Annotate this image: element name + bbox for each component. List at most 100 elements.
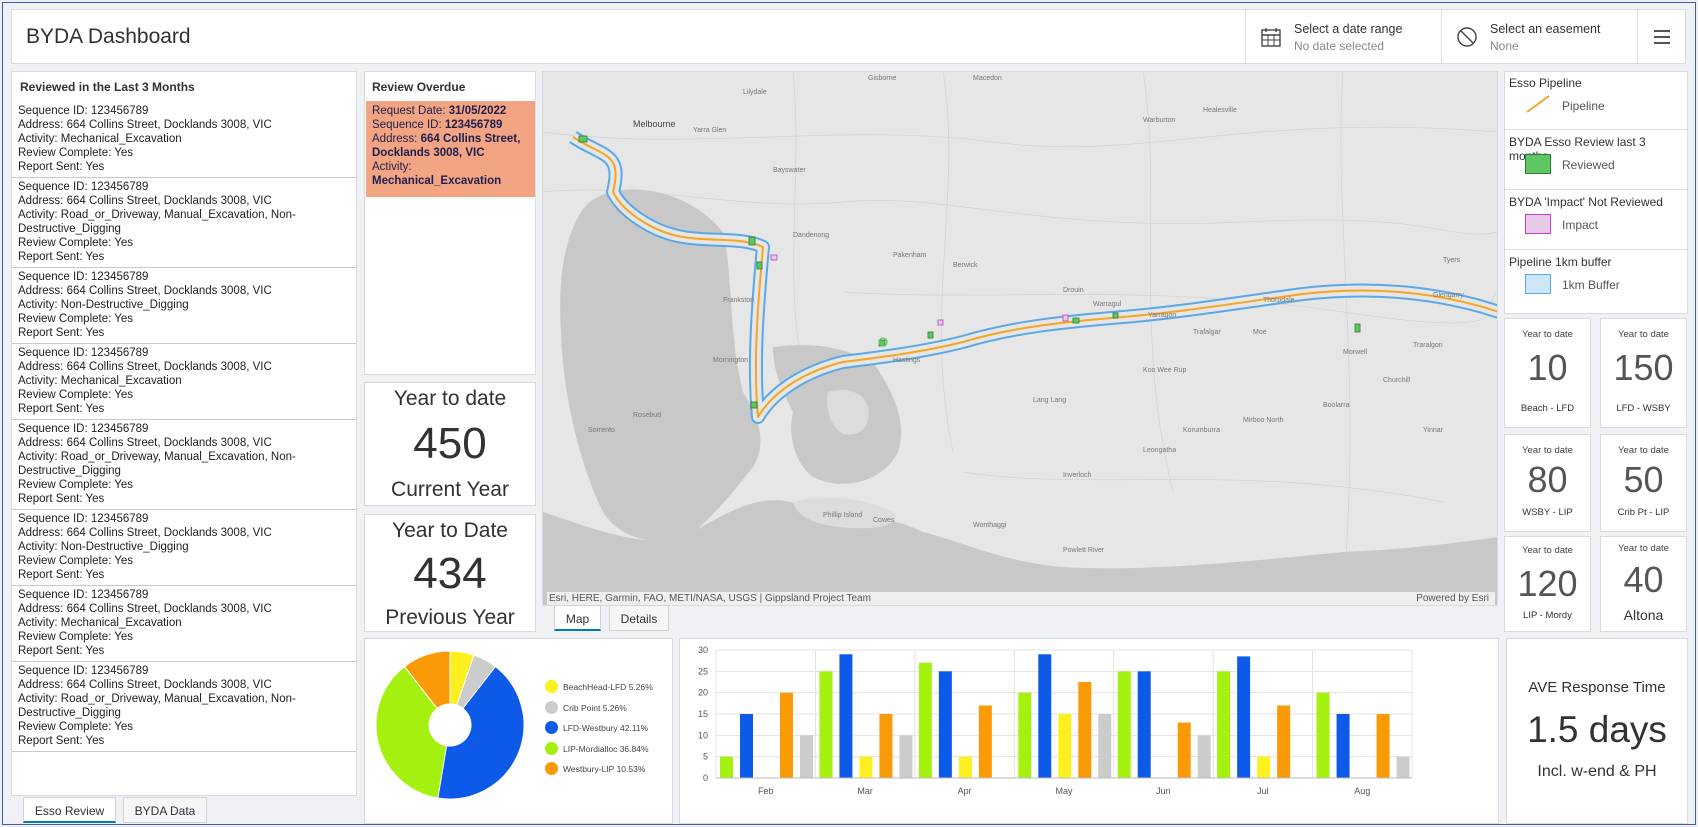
x-tick-label: Jun — [1156, 786, 1171, 796]
legend-reviewed-label: Reviewed — [1562, 158, 1615, 172]
pie-legend-name: Westbury-LIP — [563, 764, 615, 774]
svg-text:Healesville: Healesville — [1203, 107, 1237, 114]
pie-chart[interactable] — [365, 639, 535, 825]
bar-jul-1[interactable] — [1237, 656, 1251, 778]
map-view[interactable]: Melbourne Gisborne Macedon Warburton Heale… — [542, 71, 1498, 606]
y-tick-label: 10 — [698, 730, 708, 740]
menu-button[interactable] — [1637, 10, 1687, 63]
reviewed-list[interactable]: Sequence ID: 123456789 Address: 664 Colli… — [12, 102, 356, 752]
bar-may-3[interactable] — [1078, 682, 1092, 778]
stat-value: 10 — [1527, 347, 1568, 388]
bar-feb-1[interactable] — [740, 714, 753, 778]
y-tick-label: 30 — [698, 645, 708, 655]
bar-aug-3[interactable] — [1376, 714, 1390, 778]
stat-value: 50 — [1623, 459, 1664, 500]
bar-jul-3[interactable] — [1277, 705, 1291, 778]
list-item[interactable]: Sequence ID: 123456789 Address: 664 Colli… — [12, 344, 356, 420]
impact-swatch-icon — [1525, 214, 1551, 234]
bar-aug-1[interactable] — [1336, 714, 1350, 778]
svg-text:Yarra Glen: Yarra Glen — [693, 127, 726, 134]
bar-jun-1[interactable] — [1137, 671, 1151, 778]
svg-text:Sorrento: Sorrento — [588, 427, 615, 434]
stat-value: 150 — [1613, 347, 1674, 388]
ave-response-card: AVE Response Time 1.5 days Incl. w-end &… — [1506, 638, 1688, 824]
record-rev: Review Complete: Yes — [18, 147, 134, 159]
bar-apr-3[interactable] — [978, 705, 992, 778]
list-item[interactable]: Sequence ID: 123456789 Address: 664 Colli… — [12, 420, 356, 510]
ytd-previous-title: Year to Date — [392, 519, 508, 542]
bar-apr-0[interactable] — [918, 662, 932, 778]
ytd-previous-value: 434 — [413, 549, 487, 598]
record-rev: Review Complete: Yes — [18, 389, 134, 401]
list-item[interactable]: Sequence ID: 123456789 Address: 664 Colli… — [12, 510, 356, 586]
map-legend: Esso Pipeline Pipeline BYDA Esso Review … — [1504, 71, 1688, 314]
bar-jul-2[interactable] — [1257, 756, 1271, 778]
review-overdue-panel: Review Overdue Request Date: 31/05/2022 … — [364, 71, 536, 375]
bar-apr-2[interactable] — [958, 756, 972, 778]
bar-aug-0[interactable] — [1316, 692, 1330, 778]
legend-dot-icon — [545, 762, 558, 775]
bar-may-2[interactable] — [1058, 714, 1072, 778]
stat-card-altona: Year to date 40 Altona — [1600, 536, 1687, 632]
list-item[interactable]: Sequence ID: 123456789 Address: 664 Colli… — [12, 102, 356, 178]
bar-jul-0[interactable] — [1217, 671, 1231, 778]
bar-mar-0[interactable] — [819, 671, 833, 778]
tab-byda-data[interactable]: BYDA Data — [123, 797, 207, 823]
svg-text:Koo Wee Rup: Koo Wee Rup — [1143, 367, 1187, 374]
stat-label: WSBY - LIP — [1522, 507, 1573, 518]
x-tick-label: Feb — [758, 786, 774, 796]
bar-mar-1[interactable] — [839, 654, 853, 778]
overdue-record[interactable]: Request Date: 31/05/2022 Sequence ID: 12… — [366, 101, 535, 197]
bar-aug-4[interactable] — [1396, 756, 1410, 778]
list-item[interactable]: Sequence ID: 123456789 Address: 664 Colli… — [12, 586, 356, 662]
map-canvas[interactable]: Melbourne Gisborne Macedon Warburton Heale… — [543, 72, 1498, 606]
list-item[interactable]: Sequence ID: 123456789 Address: 664 Colli… — [12, 662, 356, 752]
bar-jun-0[interactable] — [1117, 671, 1131, 778]
stat-card-lfd-wsby: Year to date 150 LFD - WSBY — [1600, 318, 1687, 428]
bar-feb-3[interactable] — [780, 692, 793, 778]
bar-mar-4[interactable] — [899, 735, 913, 778]
list-item[interactable]: Sequence ID: 123456789 Address: 664 Colli… — [12, 178, 356, 268]
bar-may-4[interactable] — [1098, 714, 1112, 778]
easement-selector[interactable]: Select an easement None — [1441, 10, 1637, 63]
pipeline-line-icon — [1526, 95, 1550, 113]
tab-details[interactable]: Details — [609, 605, 669, 631]
bar-mar-3[interactable] — [879, 714, 893, 778]
record-rev: Review Complete: Yes — [18, 555, 134, 567]
bar-jun-4[interactable] — [1197, 735, 1211, 778]
svg-text:Drouin: Drouin — [1063, 287, 1084, 294]
svg-text:Macedon: Macedon — [973, 75, 1002, 82]
record-act: Activity: Mechanical_Excavation — [18, 375, 182, 387]
stat-card-lip-mordy: Year to date 120 LIP - Mordy — [1504, 536, 1591, 632]
ytd-current-title: Year to date — [393, 387, 507, 410]
bar-may-0[interactable] — [1018, 692, 1032, 778]
x-tick-label: Mar — [857, 786, 873, 796]
record-rev: Review Complete: Yes — [18, 721, 134, 733]
bar-mar-2[interactable] — [859, 756, 873, 778]
date-range-selector[interactable]: Select a date range No date selected — [1245, 10, 1441, 63]
bar-feb-4[interactable] — [800, 735, 813, 778]
bar-chart-panel: 0 5 10 15 20 25 30 Feb Mar Apr May Jun Jul Aug — [679, 638, 1499, 824]
ytd-current-card: Year to date 450 Current Year — [364, 382, 536, 506]
bar-chart[interactable]: 0 5 10 15 20 25 30 Feb Mar Apr May Jun Jul Aug — [680, 639, 1498, 823]
buffer-swatch-icon — [1525, 274, 1551, 294]
ave-response-subtitle: Incl. w-end & PH — [1537, 763, 1657, 780]
calendar-icon — [1261, 28, 1281, 47]
stat-label: Beach - LFD — [1520, 403, 1575, 414]
bar-jun-3[interactable] — [1177, 722, 1191, 778]
record-rep: Report Sent: Yes — [18, 161, 105, 173]
reviewed-swatch-icon — [1525, 154, 1551, 174]
svg-text:Mornington: Mornington — [713, 357, 748, 364]
tab-map[interactable]: Map — [554, 605, 601, 631]
list-item[interactable]: Sequence ID: 123456789 Address: 664 Colli… — [12, 268, 356, 344]
svg-text:Moe: Moe — [1253, 329, 1267, 336]
svg-text:Tyers: Tyers — [1443, 257, 1461, 264]
record-seq: Sequence ID: 123456789 — [18, 181, 149, 193]
bar-may-1[interactable] — [1038, 654, 1052, 778]
bar-apr-1[interactable] — [938, 671, 952, 778]
legend-pipeline-label: Pipeline — [1562, 99, 1605, 113]
bar-feb-0[interactable] — [720, 756, 733, 778]
svg-text:Phillip Island: Phillip Island — [823, 512, 862, 519]
tab-esso-review[interactable]: Esso Review — [23, 797, 116, 823]
record-seq: Sequence ID: 123456789 — [18, 347, 149, 359]
